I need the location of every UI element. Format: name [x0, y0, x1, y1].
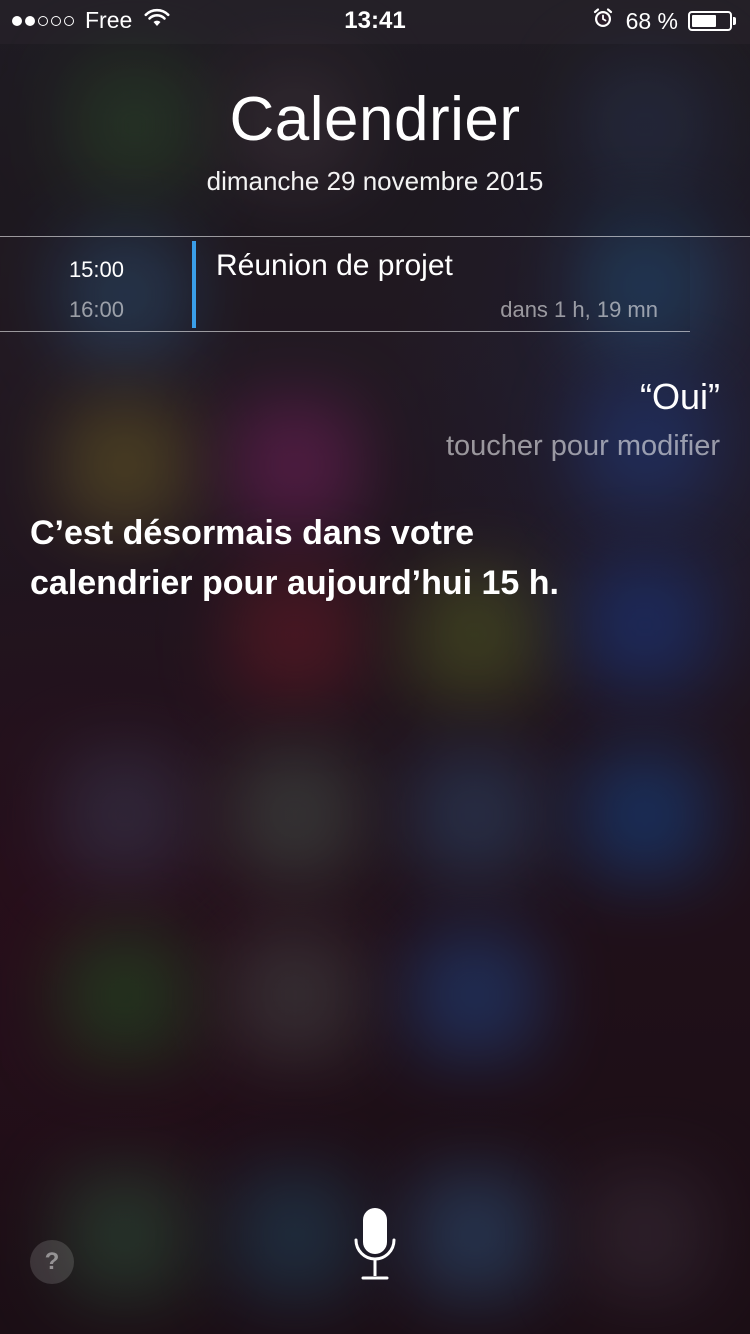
- calendar-card-header[interactable]: Calendrier dimanche 29 novembre 2015: [0, 44, 750, 236]
- battery-percentage: 68 %: [625, 7, 678, 34]
- event-title: Réunion de projet: [216, 249, 453, 282]
- event-divider: [0, 331, 690, 332]
- user-utterance[interactable]: “Oui”: [640, 376, 720, 418]
- battery-icon: [688, 11, 732, 31]
- alarm-icon: [592, 7, 614, 35]
- status-bar: Free 13:41 68 %: [0, 0, 750, 40]
- event-relative-time: dans 1 h, 19 mn: [500, 297, 658, 322]
- help-button[interactable]: ?: [30, 1240, 74, 1284]
- siri-response-text: C’est désormais dans votre calendrier po…: [30, 514, 559, 602]
- event-start-time: 15:00: [68, 257, 124, 282]
- event-end-time: 16:00: [68, 297, 124, 322]
- calendar-app-title: Calendrier: [229, 85, 521, 154]
- battery-level-fill: [692, 15, 717, 27]
- event-calendar-color-bar: [192, 241, 196, 328]
- battery-tip: [733, 17, 736, 25]
- calendar-event-row[interactable]: 15:00 16:00 Réunion de projet dans 1 h, …: [0, 237, 690, 331]
- status-right: 68 %: [592, 7, 736, 35]
- calendar-date: dimanche 29 novembre 2015: [206, 166, 544, 196]
- tap-to-edit-hint[interactable]: toucher pour modifier: [446, 430, 720, 463]
- microphone-icon: [350, 1208, 400, 1288]
- microphone-button[interactable]: [350, 1206, 400, 1284]
